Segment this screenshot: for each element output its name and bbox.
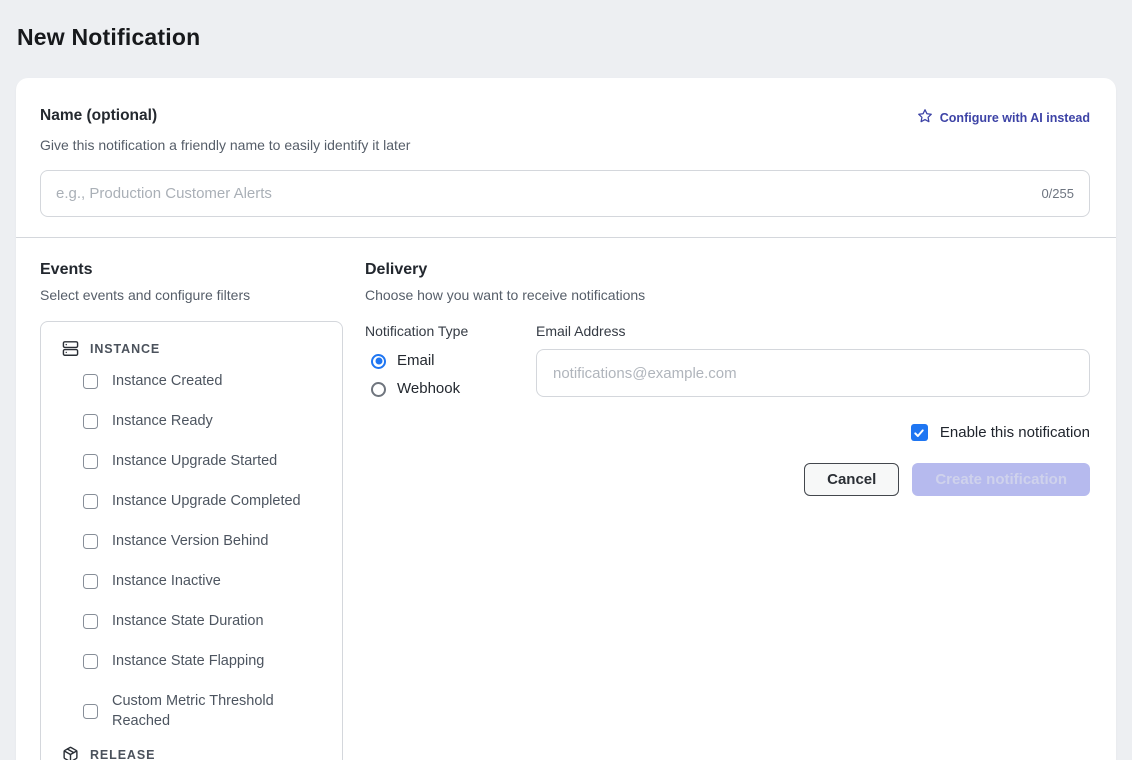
events-listbox: INSTANCE Instance Created Instance Ready In…: [40, 321, 343, 760]
event-group-header: RELEASE: [62, 743, 324, 760]
event-label: Instance State Duration: [112, 611, 264, 631]
event-item[interactable]: Instance State Duration: [62, 601, 324, 641]
event-checkbox[interactable]: [83, 414, 98, 429]
event-label: Instance Upgrade Started: [112, 451, 277, 471]
event-checkbox[interactable]: [83, 534, 98, 549]
notification-type-group: Notification Type Email Webhook: [365, 322, 536, 399]
name-label: Name (optional): [40, 106, 157, 125]
name-input[interactable]: [56, 185, 1029, 202]
enable-notification-label: Enable this notification: [940, 424, 1090, 441]
char-counter: 0/255: [1041, 186, 1074, 201]
check-icon: [913, 427, 925, 439]
event-item[interactable]: Instance Version Behind: [62, 521, 324, 561]
event-checkbox[interactable]: [83, 574, 98, 589]
events-column: Events Select events and configure filte…: [40, 259, 343, 760]
radio-option-email[interactable]: Email: [365, 351, 536, 371]
event-group-label: INSTANCE: [90, 342, 160, 356]
event-checkbox[interactable]: [83, 494, 98, 509]
event-checkbox[interactable]: [83, 374, 98, 389]
event-item[interactable]: Instance Created: [62, 361, 324, 401]
event-label: Instance Created: [112, 371, 222, 391]
event-label: Instance Ready: [112, 411, 213, 431]
event-label: Instance State Flapping: [112, 651, 264, 671]
event-group-label: RELEASE: [90, 748, 155, 760]
email-input[interactable]: [536, 349, 1090, 397]
notification-type-label: Notification Type: [365, 322, 536, 340]
name-description: Give this notification a friendly name t…: [40, 136, 1090, 155]
event-group-header: INSTANCE: [62, 337, 324, 361]
event-item[interactable]: Instance State Flapping: [62, 641, 324, 681]
form-actions: Cancel Create notification: [365, 463, 1090, 496]
events-title: Events: [40, 259, 343, 280]
server-icon: [62, 340, 79, 357]
ai-link-label: Configure with AI instead: [940, 111, 1090, 125]
package-icon: [62, 746, 79, 760]
star-icon: [917, 108, 933, 127]
radio-label: Webhook: [397, 379, 460, 399]
create-notification-button[interactable]: Create notification: [912, 463, 1090, 496]
event-checkbox[interactable]: [83, 454, 98, 469]
radio-icon[interactable]: [371, 382, 386, 397]
cancel-button[interactable]: Cancel: [804, 463, 899, 496]
event-checkbox[interactable]: [83, 614, 98, 629]
radio-icon[interactable]: [371, 354, 386, 369]
event-checkbox[interactable]: [83, 654, 98, 669]
email-address-group: Email Address: [536, 322, 1090, 399]
page-background: { "page": { "title": "New Notification" …: [0, 0, 1132, 760]
event-item[interactable]: Instance Inactive: [62, 561, 324, 601]
name-section: Name (optional) Configure with AI instea…: [16, 78, 1116, 217]
name-input-wrapper: 0/255: [40, 170, 1090, 217]
event-label: Custom Metric Threshold Reached: [112, 691, 324, 731]
email-address-label: Email Address: [536, 322, 1090, 340]
delivery-title: Delivery: [365, 259, 1090, 280]
event-item[interactable]: Instance Ready: [62, 401, 324, 441]
radio-label: Email: [397, 351, 435, 371]
new-notification-card: Name (optional) Configure with AI instea…: [16, 78, 1116, 760]
delivery-column: Delivery Choose how you want to receive …: [365, 259, 1090, 496]
event-item[interactable]: Instance Upgrade Started: [62, 441, 324, 481]
configure-with-ai-button[interactable]: Configure with AI instead: [917, 106, 1090, 127]
event-label: Instance Upgrade Completed: [112, 491, 301, 511]
events-description: Select events and configure filters: [40, 286, 343, 305]
enable-notification-toggle[interactable]: Enable this notification: [365, 424, 1090, 441]
event-label: Instance Version Behind: [112, 531, 268, 551]
event-checkbox[interactable]: [83, 704, 98, 719]
radio-option-webhook[interactable]: Webhook: [365, 379, 536, 399]
page-title: New Notification: [0, 0, 1132, 54]
enable-notification-checkbox[interactable]: [911, 424, 928, 441]
event-item[interactable]: Custom Metric Threshold Reached: [62, 681, 324, 741]
delivery-description: Choose how you want to receive notificat…: [365, 286, 1090, 305]
event-label: Instance Inactive: [112, 571, 221, 591]
event-item[interactable]: Instance Upgrade Completed: [62, 481, 324, 521]
